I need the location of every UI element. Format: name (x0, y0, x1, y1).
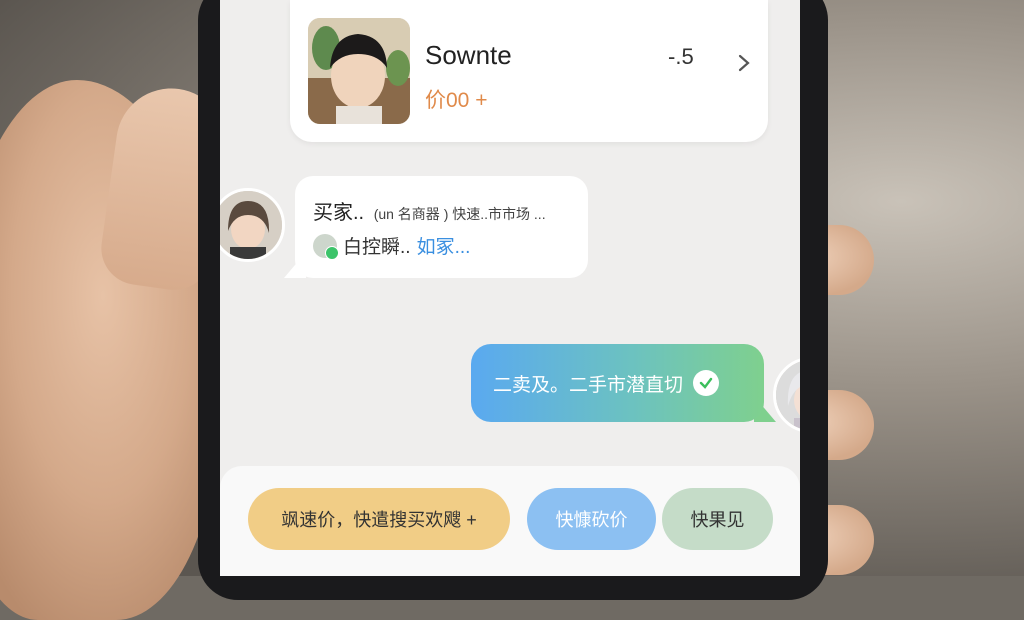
chevron-right-icon[interactable] (733, 52, 755, 74)
product-name: Sownte (425, 40, 512, 70)
chat-screen: Sownte 价00 + -.5 买家.. (un 名商器 ) 快速..市市场 … (220, 0, 800, 576)
incoming-message-line1: 买家.. (un 名商器 ) 快速..市市场 ... (313, 196, 546, 225)
quick-reply-chip[interactable]: 快果见 (662, 488, 773, 550)
online-status-icon (325, 245, 339, 260)
incoming-message-line2: 白控瞬.. 如冢... (313, 232, 471, 260)
message-link[interactable]: 如冢... (417, 232, 471, 259)
product-card[interactable]: Sownte 价00 + -.5 (290, 0, 768, 142)
mini-avatar-icon (313, 233, 339, 260)
product-price: 价00 + (425, 89, 488, 112)
incoming-message-bubble[interactable]: 买家.. (un 名商器 ) 快速..市市场 ... 白控瞬.. 如冢... (295, 176, 588, 278)
check-icon (693, 370, 720, 396)
quick-reply-chip[interactable]: 飒速价，快遣搜买欢飕 + (248, 488, 510, 550)
seller-avatar[interactable] (220, 188, 285, 262)
message-text: 白控瞬.. (343, 237, 411, 258)
quick-reply-chip[interactable]: 快慷砍价 (527, 488, 656, 550)
message-detail: (un 名商器 ) 快速..市市场 ... (373, 206, 546, 222)
outgoing-message-bubble[interactable]: 二卖及。二手市潜直切 (471, 344, 764, 422)
message-title: 买家.. (313, 202, 365, 224)
outgoing-message-text: 二卖及。二手市潜直切 (493, 374, 684, 396)
product-image (308, 18, 410, 124)
product-count: -.5 (668, 44, 694, 69)
buyer-avatar[interactable] (773, 357, 800, 433)
